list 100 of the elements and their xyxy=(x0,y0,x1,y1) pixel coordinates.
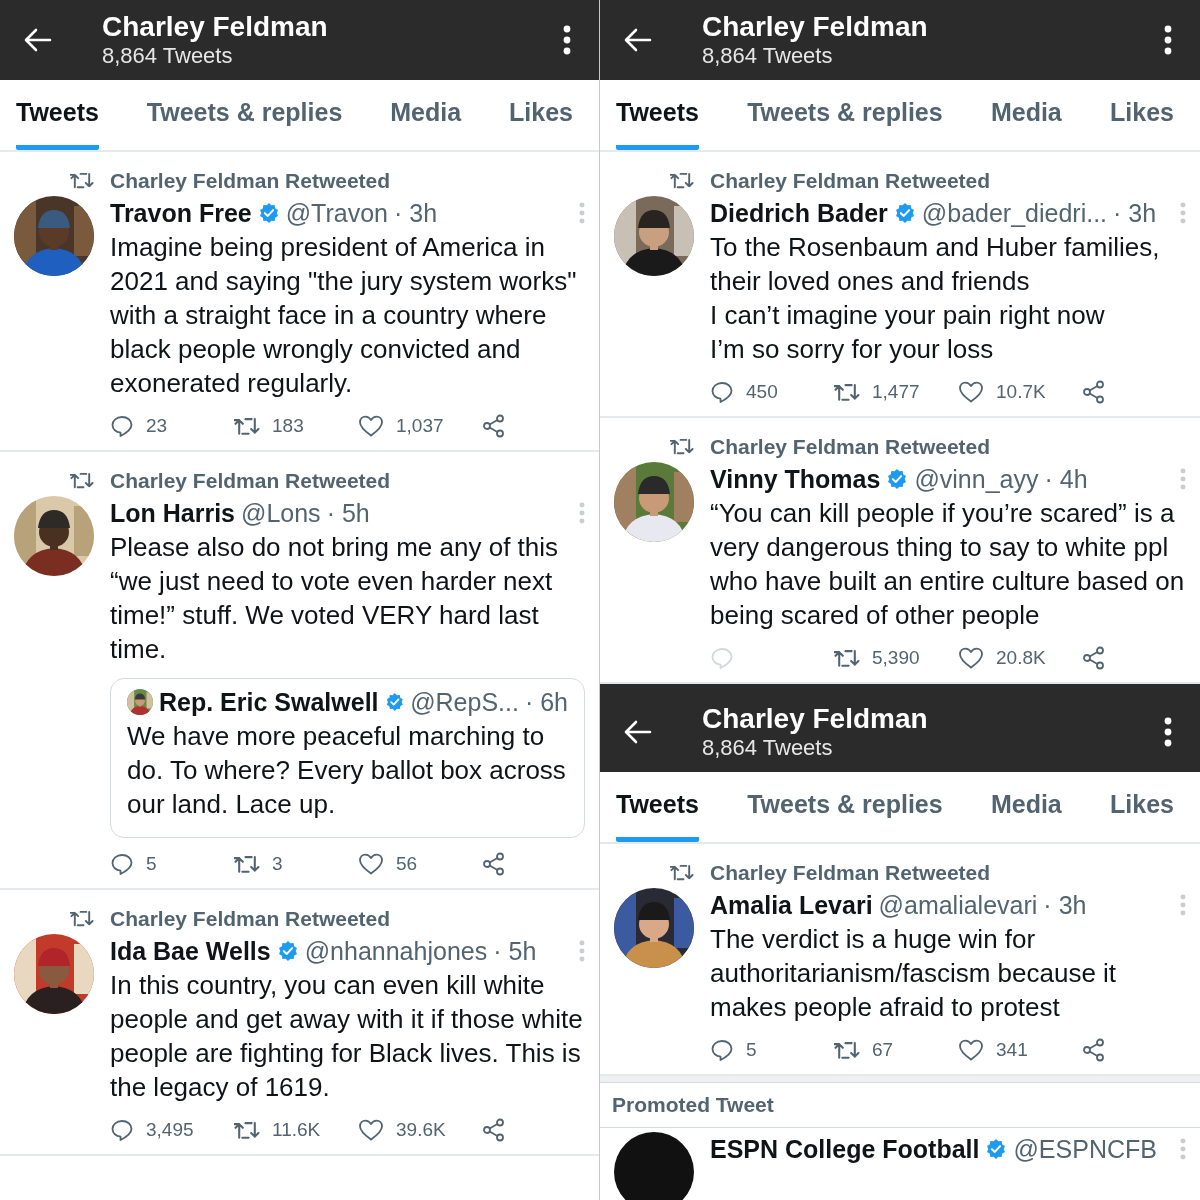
retweet-icon xyxy=(234,1119,260,1141)
share-icon[interactable] xyxy=(482,1118,506,1142)
retweet-label: Charley Feldman Retweeted xyxy=(710,860,991,886)
retweet-icon xyxy=(70,909,94,929)
back-arrow-icon[interactable] xyxy=(624,720,652,744)
like-button[interactable]: 1,037 xyxy=(358,414,482,438)
back-arrow-icon[interactable] xyxy=(24,28,52,52)
author-name[interactable]: Lon Harris xyxy=(110,496,236,530)
more-options-icon[interactable] xyxy=(1164,25,1172,55)
tweet-time: · 5h xyxy=(326,498,370,529)
retweet-icon xyxy=(670,437,694,457)
profile-tab[interactable]: Tweets xyxy=(616,80,699,150)
share-icon[interactable] xyxy=(1082,646,1106,670)
more-options-icon[interactable] xyxy=(1164,717,1172,747)
retweet-icon xyxy=(70,471,94,491)
like-button[interactable]: 20.8K xyxy=(958,646,1082,670)
quoted-tweet-card[interactable]: Rep. Eric Swalwell @RepS... · 6h We have more peaceful marching to do. To where? Every ballot box across our land. Lace up. xyxy=(110,678,585,838)
author-handle: @bader_diedri... xyxy=(921,198,1108,229)
retweet-label: Charley Feldman Retweeted xyxy=(710,434,991,460)
author-handle: @RepS... xyxy=(410,687,519,718)
retweet-button[interactable]: 67 xyxy=(834,1039,958,1061)
heart-icon xyxy=(958,380,984,404)
profile-tab[interactable]: Tweets & replies xyxy=(146,80,343,150)
back-arrow-icon[interactable] xyxy=(624,28,652,52)
heart-icon xyxy=(358,1118,384,1142)
retweet-icon xyxy=(670,171,694,191)
share-icon[interactable] xyxy=(1082,380,1106,404)
tweet-time: · 5h xyxy=(493,936,537,967)
reply-button[interactable]: 450 xyxy=(710,380,834,404)
heart-icon xyxy=(358,414,384,438)
retweet-icon xyxy=(234,415,260,437)
author-name[interactable]: Ida Bae Wells xyxy=(110,934,271,968)
share-icon[interactable] xyxy=(1082,1038,1106,1062)
retweet-icon xyxy=(834,647,860,669)
like-button[interactable]: 56 xyxy=(358,852,482,876)
retweet-icon xyxy=(70,171,94,191)
tweet-text: In this country, you can even kill white people and get away with it if those white people are fighting for Black lives. This is the legacy of 1619. xyxy=(110,969,584,1104)
heart-icon xyxy=(958,1038,984,1062)
tweet-text: Imagine being president of America in 2021 and saying "the jury system works" with a straight face in a country where black people wrongly convicted and exonerated regularly. xyxy=(110,231,578,400)
author-handle: @ESPNCFB xyxy=(1013,1134,1157,1165)
author-handle: @Lons xyxy=(241,498,321,529)
retweet-icon xyxy=(834,1039,860,1061)
retweet-button[interactable]: 5,390 xyxy=(834,647,958,669)
reply-button[interactable]: 5 xyxy=(710,1038,834,1062)
author-handle: @vinn_ayy xyxy=(914,464,1039,495)
tweet-count: 8,864 Tweets xyxy=(702,735,834,761)
share-icon[interactable] xyxy=(482,414,506,438)
reply-button[interactable]: 5 xyxy=(110,852,234,876)
tweet-count: 8,864 Tweets xyxy=(102,43,234,69)
author-handle: @nhannahjones xyxy=(304,936,488,967)
retweet-button[interactable]: 11.6K xyxy=(234,1119,358,1141)
retweet-label: Charley Feldman Retweeted xyxy=(110,468,391,494)
retweet-label: Charley Feldman Retweeted xyxy=(710,168,991,194)
profile-tab[interactable]: Media xyxy=(990,80,1062,150)
profile-tab[interactable]: Media xyxy=(990,772,1062,842)
retweet-label: Charley Feldman Retweeted xyxy=(110,906,391,932)
author-name[interactable]: Diedrich Bader xyxy=(710,196,888,230)
promoted-label: Promoted Tweet xyxy=(612,1093,774,1116)
like-button[interactable]: 39.6K xyxy=(358,1118,482,1142)
profile-tab[interactable]: Likes xyxy=(1110,80,1174,150)
heart-icon xyxy=(358,852,384,876)
reply-button[interactable]: 23 xyxy=(110,414,234,438)
profile-name: Charley Feldman xyxy=(102,11,329,43)
tweet-time: · 3h xyxy=(394,198,438,229)
author-name[interactable]: ESPN College Football xyxy=(710,1132,980,1166)
author-name: Rep. Eric Swalwell xyxy=(159,687,379,718)
retweet-label: Charley Feldman Retweeted xyxy=(110,168,391,194)
author-name[interactable]: Amalia Levari xyxy=(710,888,873,922)
profile-tab[interactable]: Likes xyxy=(509,80,573,150)
author-name[interactable]: Vinny Thomas xyxy=(710,462,881,496)
retweet-button[interactable]: 183 xyxy=(234,415,358,437)
profile-tab[interactable]: Media xyxy=(390,80,462,150)
retweet-icon xyxy=(834,381,860,403)
tweet-text: Please also do not bring me any of this “we just need to vote even harder next time!” stuff. We voted VERY hard last time. xyxy=(110,531,560,666)
tweet-text: We have more peaceful marching to do. To where? Every ballot box across our land. Lace up. xyxy=(127,720,567,821)
profile-name: Charley Feldman xyxy=(702,703,929,735)
profile-tab[interactable]: Tweets xyxy=(616,772,699,842)
tweet-text: The verdict is a huge win for authoritarianism/fascism because it makes people afraid to protest xyxy=(710,923,1118,1024)
tweet-time: · 6h xyxy=(524,687,568,718)
reply-button[interactable]: 3,495 xyxy=(110,1118,234,1142)
like-button[interactable]: 10.7K xyxy=(958,380,1082,404)
profile-tab[interactable]: Tweets xyxy=(16,80,99,150)
retweet-button[interactable]: 1,477 xyxy=(834,381,958,403)
retweet-icon xyxy=(234,853,260,875)
tweet-text: To the Rosenbaum and Huber families, their loved ones and friends I can’t imagine your pain right now I’m so sorry for your loss xyxy=(710,231,1161,366)
profile-tab[interactable]: Tweets & replies xyxy=(747,772,943,842)
share-icon[interactable] xyxy=(482,852,506,876)
tweet-count: 8,864 Tweets xyxy=(702,43,834,69)
author-handle: @Travon xyxy=(285,198,388,229)
like-button[interactable]: 341 xyxy=(958,1038,1082,1062)
profile-tab[interactable]: Likes xyxy=(1110,772,1174,842)
profile-tab[interactable]: Tweets & replies xyxy=(747,80,943,150)
tweet-time: · 3h xyxy=(1113,198,1157,229)
retweet-icon xyxy=(670,863,694,883)
heart-icon xyxy=(958,646,984,670)
profile-name: Charley Feldman xyxy=(702,11,929,43)
more-options-icon[interactable] xyxy=(563,25,571,55)
retweet-button[interactable]: 3 xyxy=(234,853,358,875)
tweet-time: · 4h xyxy=(1044,464,1088,495)
author-name[interactable]: Travon Free xyxy=(110,196,252,230)
